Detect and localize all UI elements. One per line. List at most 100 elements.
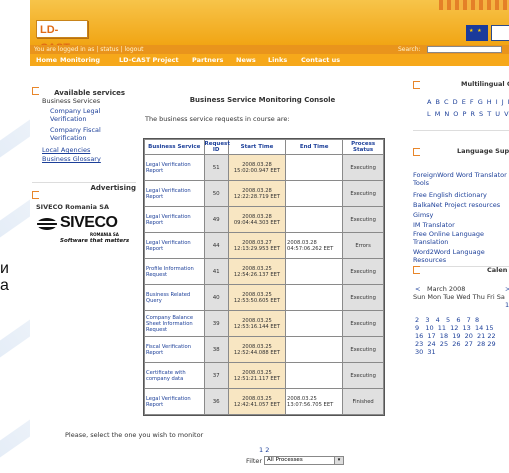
start-time-cell: 2008.03.28 15:02:00.947 EET [228, 155, 286, 180]
nav-contact-us[interactable]: Contact us [301, 54, 340, 66]
start-time-cell: 2008.03.25 12:51:21.117 EET [228, 363, 286, 388]
calendar-week[interactable]: 30 31 [415, 348, 436, 356]
nav-home[interactable]: Home [36, 54, 57, 66]
start-time-cell: 2008.03.25 12:53:50.605 EET [228, 285, 286, 310]
end-time-cell [286, 155, 343, 180]
request-id-cell: 39 [204, 311, 228, 336]
status-cell: Executing [343, 311, 383, 336]
bracket-icon [413, 81, 420, 89]
business-glossary-link[interactable]: Business Glossary [42, 155, 101, 164]
table-row[interactable]: Company Balance Sheet Information Reques… [145, 311, 383, 336]
table-header-row: Business Service Request ID Start Time E… [145, 140, 383, 154]
company-fiscal-link[interactable]: Company Fiscal Verification [50, 126, 120, 142]
lang-link[interactable]: IM Translator [413, 221, 455, 229]
request-id-cell: 41 [204, 259, 228, 284]
table-row[interactable]: Certificate with company data 37 2008.03.2… [145, 363, 383, 388]
service-cell[interactable]: Legal Verification Report [145, 181, 204, 206]
table-row[interactable]: Legal Verification Report 49 2008.03.28 09… [145, 207, 383, 232]
browser-page: LD-CAST You are logged in as | status | … [30, 0, 509, 473]
request-id-cell: 37 [204, 363, 228, 388]
request-id-cell: 51 [204, 155, 228, 180]
service-cell[interactable]: Company Balance Sheet Information Reques… [145, 311, 204, 336]
glossary-letters-row-1[interactable]: A B C D E F G H I J K [427, 98, 509, 106]
glossary-title: Multilingual Glossa [461, 80, 509, 88]
status-cell: Executing [343, 337, 383, 362]
login-status[interactable]: You are logged in as | status | logout [34, 45, 143, 54]
chevron-down-icon: ▾ [334, 457, 343, 464]
nav-monitoring[interactable]: Monitoring [60, 54, 100, 66]
status-cell: Executing [343, 363, 383, 388]
request-id-cell: 40 [204, 285, 228, 310]
nav-news[interactable]: News [236, 54, 256, 66]
service-cell[interactable]: Certificate with company data [145, 363, 204, 388]
calendar-week[interactable]: 9 10 11 12 13 14 15 [415, 324, 494, 332]
request-id-cell: 44 [204, 233, 228, 258]
status-cell: Executing [343, 155, 383, 180]
table-row[interactable]: Profile Information Request 41 2008.03.25 … [145, 259, 383, 284]
nav-links[interactable]: Links [268, 54, 287, 66]
table-row[interactable]: Legal Verification Report 50 2008.03.28 12… [145, 181, 383, 206]
local-agencies-link[interactable]: Local Agencies [42, 146, 90, 155]
calendar-week[interactable]: 16 17 18 19 20 21 22 [415, 332, 496, 340]
lang-link[interactable]: Free English dictionary [413, 191, 509, 199]
lang-link[interactable]: Word2Word Language Resources [413, 248, 498, 264]
calendar-prev[interactable]: < [415, 285, 420, 293]
table-row[interactable]: Business Related Query 40 2008.03.25 12:53… [145, 285, 383, 310]
requests-table: Business Service Request ID Start Time E… [143, 138, 385, 416]
background-text-fragment: и [0, 260, 9, 277]
start-time-cell: 2008.03.25 12:53:16.144 EET [228, 311, 286, 336]
lang-link[interactable]: Free Online Language Translation [413, 230, 498, 246]
lang-link[interactable]: ForeignWord Word Translator Tools [413, 171, 509, 187]
service-cell[interactable]: Profile Information Request [145, 259, 204, 284]
service-cell[interactable]: Legal Verification Report [145, 207, 204, 232]
bracket-icon [413, 266, 420, 274]
pagination[interactable]: 1 2 [259, 446, 269, 454]
service-cell[interactable]: Legal Verification Report [145, 233, 204, 258]
logo-ld-text: LD [40, 24, 55, 36]
service-cell[interactable]: Fiscal Verification Report [145, 337, 204, 362]
column-header[interactable]: Business Service [145, 140, 204, 154]
table-row[interactable]: Legal Verification Report 36 2008.03.25 12… [145, 389, 383, 414]
service-cell[interactable]: Legal Verification Report [145, 155, 204, 180]
table-row[interactable]: Fiscal Verification Report 38 2008.03.25 1… [145, 337, 383, 362]
column-header[interactable]: Request ID [204, 140, 230, 154]
calendar-next[interactable]: > [505, 285, 509, 293]
nav-ld-cast-project[interactable]: LD-CAST Project [119, 54, 179, 66]
calendar-week[interactable]: 2 3 4 5 6 7 8 [415, 316, 479, 324]
request-id-cell: 50 [204, 181, 228, 206]
start-time-cell: 2008.03.25 12:52:44.088 EET [228, 337, 286, 362]
nav-partners[interactable]: Partners [192, 54, 223, 66]
siveco-tagline: Software that matters [60, 238, 130, 244]
siveco-logo-icon [36, 218, 58, 230]
service-cell[interactable]: Business Related Query [145, 285, 204, 310]
filter-select[interactable]: All Processes ▾ [264, 456, 344, 465]
service-cell[interactable]: Legal Verification Report [145, 389, 204, 414]
site-header: LD-CAST [30, 0, 509, 54]
column-header[interactable]: Start Time [228, 140, 286, 154]
calendar-week[interactable]: 23 24 25 26 27 28 29 [415, 340, 496, 348]
lang-link[interactable]: BalkaNet Project resources [413, 201, 509, 209]
siveco-logo-text: SIVECO [60, 214, 118, 231]
lang-link[interactable]: Gimsy [413, 211, 433, 219]
glossary-letters-row-2[interactable]: L M N O P R S T U V X Z [427, 110, 509, 118]
header-decoration [439, 0, 509, 10]
siveco-ad-banner[interactable]: SIVECO ROMANIA SA Software that matters [34, 213, 130, 253]
start-time-cell: 2008.03.28 12:22:28.719 EET [228, 181, 286, 206]
status-bar: You are logged in as | status | logout S… [30, 45, 509, 54]
column-header[interactable]: End Time [286, 140, 343, 154]
siveco-logo-sub: ROMANIA SA [90, 232, 119, 237]
company-legal-link[interactable]: Company Legal Verification [50, 107, 120, 123]
search-input[interactable] [427, 46, 502, 53]
request-id-cell: 36 [204, 389, 228, 414]
table-row[interactable]: Legal Verification Report 51 2008.03.28 15… [145, 155, 383, 180]
table-row[interactable]: Legal Verification Report 44 2008.03.27 12… [145, 233, 383, 258]
column-header[interactable]: Process Status [343, 140, 383, 154]
ld-cast-logo[interactable]: LD-CAST [36, 20, 88, 54]
end-time-cell [286, 285, 343, 310]
page-title: Business Service Monitoring Console [189, 96, 336, 104]
advertising-title: Advertising [90, 184, 137, 192]
calendar-week[interactable]: 1 [505, 301, 509, 309]
partner-logo-icon [491, 25, 509, 41]
end-time-cell [286, 207, 343, 232]
filter-label: Filter [246, 457, 263, 465]
